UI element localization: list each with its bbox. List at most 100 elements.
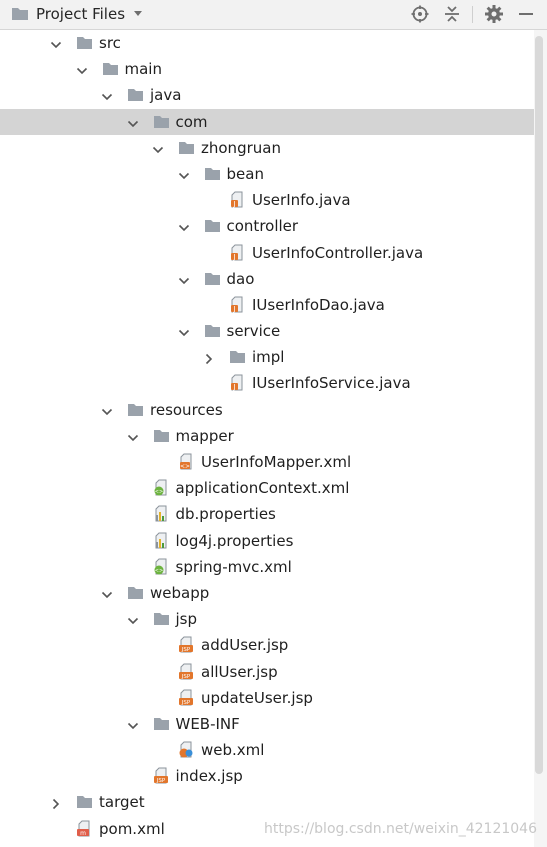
tree-item-label: spring-mvc.xml (175, 557, 292, 576)
tree-file-row[interactable]: <> spring-mvc.xml (0, 554, 534, 580)
tree-file-row[interactable]: web.xml (0, 737, 534, 763)
tree-folder-row[interactable]: target (0, 789, 534, 815)
tree-item-label: db.properties (175, 505, 276, 524)
project-view-title[interactable]: Project Files (36, 5, 125, 23)
tree-folder-row[interactable]: src (0, 30, 534, 56)
chevron-down-icon[interactable] (133, 10, 143, 18)
tree-folder-row[interactable]: dao (0, 266, 534, 292)
tree-folder-row[interactable]: jsp (0, 606, 534, 632)
tree-item-label: web.xml (201, 741, 265, 760)
tree-folder-row[interactable]: java (0, 82, 534, 108)
tree-folder-row[interactable]: impl (0, 344, 534, 370)
chevron-down-icon[interactable] (76, 63, 88, 75)
tree-item-label: target (99, 793, 145, 812)
tree-item-label: IUserInfoService.java (252, 374, 411, 393)
folder-icon (127, 584, 144, 601)
tree-folder-row[interactable]: com (0, 108, 534, 135)
properties-file-icon (153, 505, 170, 522)
tree-folder-row[interactable]: bean (0, 161, 534, 187)
folder-icon (204, 217, 221, 234)
chevron-down-icon[interactable] (178, 273, 190, 285)
settings-gear-icon[interactable] (484, 4, 504, 24)
tree-item-label: UserInfo.java (252, 191, 351, 210)
chevron-down-icon[interactable] (178, 325, 190, 337)
maven-pom-file-icon: m (76, 820, 93, 837)
collapse-all-icon[interactable] (442, 4, 462, 24)
chevron-right-icon[interactable] (203, 351, 215, 365)
java-file-icon: J (229, 296, 246, 313)
tree-item-label: jsp (175, 610, 198, 629)
folder-icon (229, 348, 246, 365)
web-xml-file-icon (178, 741, 195, 758)
tree-file-row[interactable]: db.properties (0, 501, 534, 527)
tree-file-row[interactable]: log4j.properties (0, 528, 534, 554)
toolbar-separator (472, 6, 473, 23)
chevron-down-icon[interactable] (101, 587, 113, 599)
folder-icon (204, 270, 221, 287)
java-file-icon: J (229, 191, 246, 208)
tree-folder-row[interactable]: zhongruan (0, 135, 534, 161)
tree-file-row[interactable]: JSP index.jsp (0, 763, 534, 789)
svg-text:J: J (232, 200, 235, 208)
jsp-file-icon: JSP (153, 767, 170, 784)
tree-file-row[interactable]: <> applicationContext.xml (0, 475, 534, 501)
minimize-icon[interactable] (516, 4, 536, 24)
tree-file-row[interactable]: J UserInfoController.java (0, 240, 534, 266)
tree-file-row[interactable]: JSP addUser.jsp (0, 632, 534, 658)
tree-item-label: dao (226, 269, 255, 288)
tree-item-label: allUser.jsp (201, 662, 278, 681)
tree-folder-row[interactable]: service (0, 318, 534, 344)
tree-item-label: zhongruan (201, 138, 281, 157)
chevron-down-icon[interactable] (101, 404, 113, 416)
svg-text:<>: <> (154, 568, 162, 574)
tree-item-label: main (124, 60, 162, 79)
tree-item-label: impl (252, 348, 285, 367)
svg-text:JSP: JSP (181, 674, 191, 680)
chevron-down-icon[interactable] (178, 220, 190, 232)
tree-folder-row[interactable]: controller (0, 213, 534, 239)
tree-file-row[interactable]: J UserInfo.java (0, 187, 534, 213)
tree-item-label: UserInfoMapper.xml (201, 453, 352, 471)
folder-icon (153, 610, 170, 627)
project-panel-header: Project Files (0, 0, 547, 30)
spring-config-file-icon: <> (153, 558, 170, 575)
tree-item-label: WEB-INF (175, 714, 240, 733)
tree-item-label: mapper (175, 426, 234, 445)
svg-text:<>: <> (154, 489, 162, 495)
tree-file-row[interactable]: J IUserInfoService.java (0, 370, 534, 396)
folder-icon (102, 60, 119, 77)
tree-item-label: applicationContext.xml (175, 479, 350, 498)
chevron-down-icon[interactable] (50, 37, 62, 49)
chevron-down-icon[interactable] (127, 116, 139, 128)
chevron-down-icon[interactable] (127, 613, 139, 625)
tree-item-label: UserInfoController.java (252, 243, 424, 262)
chevron-right-icon[interactable] (50, 796, 62, 810)
tree-file-row[interactable]: <> UserInfoMapper.xml (0, 449, 534, 475)
chevron-down-icon[interactable] (152, 142, 164, 154)
chevron-down-icon[interactable] (178, 168, 190, 180)
tree-folder-row[interactable]: WEB-INF (0, 711, 534, 737)
tree-folder-row[interactable]: main (0, 56, 534, 82)
properties-file-icon (153, 532, 170, 549)
folder-icon (153, 427, 170, 444)
tree-item-label: index.jsp (175, 767, 243, 786)
chevron-down-icon[interactable] (127, 430, 139, 442)
tree-file-row[interactable]: J IUserInfoDao.java (0, 292, 534, 318)
svg-text:J: J (232, 253, 235, 261)
jsp-file-icon: JSP (178, 663, 195, 680)
tree-folder-row[interactable]: mapper (0, 423, 534, 449)
chevron-down-icon[interactable] (101, 89, 113, 101)
spring-config-file-icon: <> (153, 479, 170, 496)
tree-folder-row[interactable]: webapp (0, 580, 534, 606)
tree-file-row[interactable]: JSP updateUser.jsp (0, 685, 534, 711)
tree-file-row[interactable]: JSP allUser.jsp (0, 659, 534, 685)
tree-folder-row[interactable]: resources (0, 397, 534, 423)
locate-icon[interactable] (410, 4, 430, 24)
tree-item-label: src (99, 34, 121, 52)
svg-text:m: m (80, 830, 86, 837)
folder-icon (127, 401, 144, 418)
vertical-scrollbar-thumb[interactable] (535, 36, 543, 774)
folder-icon (76, 34, 93, 51)
chevron-down-icon[interactable] (127, 718, 139, 730)
svg-text:JSP: JSP (181, 700, 191, 706)
